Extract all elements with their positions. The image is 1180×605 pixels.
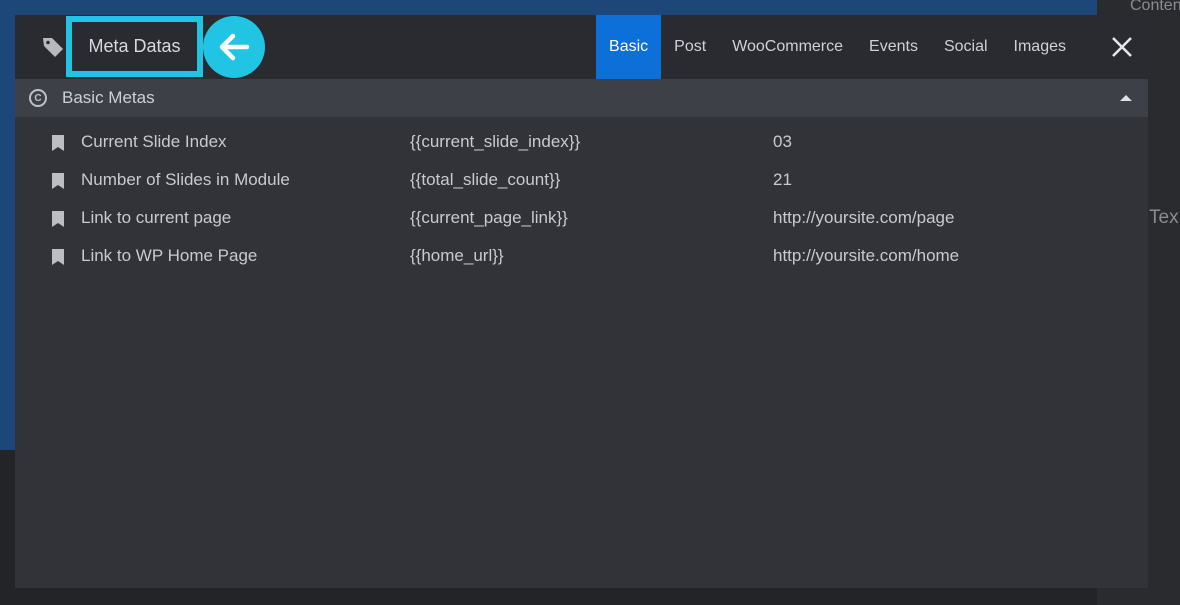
section-basic-metas[interactable]: C Basic Metas	[15, 79, 1148, 117]
bg-text: Tex	[1149, 207, 1179, 228]
bookmark-icon	[52, 249, 64, 265]
meta-placeholder: {{home_url}}	[410, 246, 504, 265]
meta-value: 03	[773, 132, 792, 151]
meta-row[interactable]: Link to current page {{current_page_link…	[15, 199, 1148, 237]
meta-datas-modal: Meta Datas Basic Post WooCommerce Events…	[15, 15, 1148, 588]
tab-images[interactable]: Images	[1001, 15, 1082, 79]
meta-placeholder: {{total_slide_count}}	[410, 170, 561, 189]
meta-placeholder: {{current_slide_index}}	[410, 132, 581, 151]
meta-value: http://yoursite.com/page	[773, 208, 955, 227]
tab-events[interactable]: Events	[856, 15, 931, 79]
modal-title: Meta Datas	[88, 36, 181, 56]
tab-basic[interactable]: Basic	[596, 15, 662, 79]
meta-row[interactable]: Number of Slides in Module {{total_slide…	[15, 161, 1148, 199]
arrow-left-icon	[219, 33, 250, 61]
bookmark-icon	[52, 211, 64, 227]
meta-label: Current Slide Index	[81, 132, 227, 151]
meta-label: Link to WP Home Page	[81, 246, 258, 265]
bookmark-icon	[52, 135, 64, 151]
tag-icon	[43, 38, 63, 57]
meta-label: Link to current page	[81, 208, 232, 227]
meta-label: Number of Slides in Module	[81, 170, 290, 189]
meta-value: 21	[773, 170, 792, 189]
tab-woocommerce[interactable]: WooCommerce	[719, 15, 856, 79]
bookmark-icon	[52, 173, 64, 189]
modal-header: Meta Datas Basic Post WooCommerce Events…	[15, 15, 1148, 79]
section-title: Basic Metas	[62, 88, 155, 107]
meta-value: http://yoursite.com/home	[773, 246, 960, 265]
meta-row[interactable]: Current Slide Index {{current_slide_inde…	[15, 123, 1148, 161]
meta-placeholder: {{current_page_link}}	[410, 208, 568, 227]
tab-social[interactable]: Social	[931, 15, 1001, 79]
meta-row[interactable]: Link to WP Home Page {{home_url}} http:/…	[15, 237, 1148, 275]
annotation-arrow	[203, 16, 265, 78]
tab-bar: Basic Post WooCommerce Events Social Ima…	[596, 15, 1082, 79]
close-icon[interactable]	[1110, 35, 1134, 59]
tab-post[interactable]: Post	[661, 15, 719, 79]
caret-up-icon[interactable]	[1120, 95, 1132, 101]
copyright-icon: C	[29, 89, 47, 107]
bg-text: Content	[1130, 0, 1180, 14]
title-highlight: Meta Datas	[66, 16, 203, 77]
